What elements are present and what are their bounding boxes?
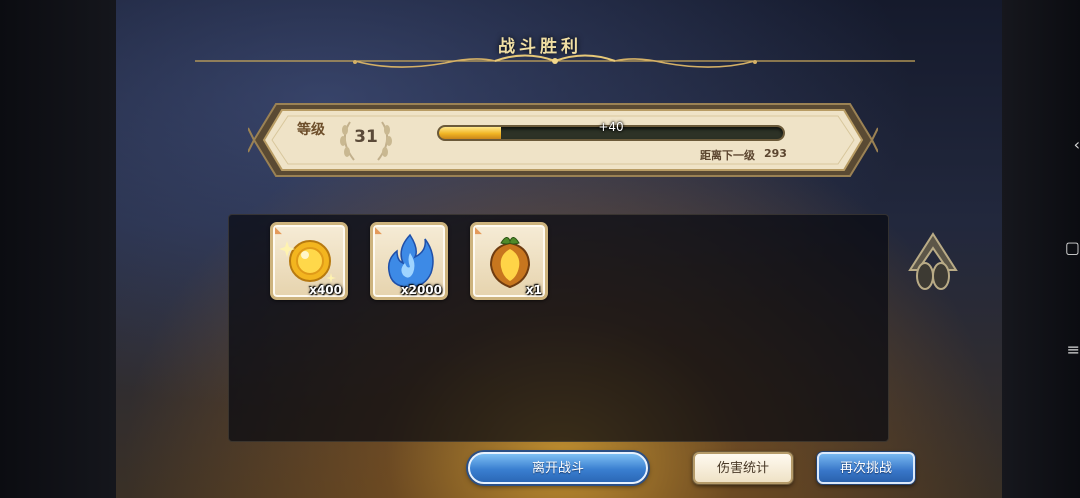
left-letterbox xyxy=(0,0,116,498)
next-level-value: 293 xyxy=(764,147,787,160)
right-letterbox: ‹ ▢ ≡ xyxy=(1002,0,1080,498)
reward-item-golden-fruit[interactable]: ◣ x1 xyxy=(470,222,548,300)
level-label: 等级 xyxy=(297,122,325,138)
edge-menu-icon: ≡ xyxy=(1066,340,1080,359)
edge-chevron-icon: ‹ xyxy=(1073,135,1080,154)
damage-stats-button[interactable]: 伤害统计 xyxy=(693,452,793,484)
edge-square-icon: ▢ xyxy=(1064,238,1080,257)
collapse-arrow-icon[interactable] xyxy=(908,232,958,296)
reward-qty: x400 xyxy=(309,283,342,297)
leave-battle-button[interactable]: 离开战斗 xyxy=(468,452,648,484)
title-ornament-icon xyxy=(195,54,915,68)
golden-fruit-icon xyxy=(489,237,531,289)
level-value: 31 xyxy=(354,127,378,147)
retry-button[interactable]: 再次挑战 xyxy=(817,452,915,484)
blue-flame-icon xyxy=(387,233,434,288)
battle-result-screen: ‹ ▢ ≡ 战斗胜利 等级 31 +40 距离下一级 293 ◣ x400 ◣ … xyxy=(0,0,1080,498)
reward-qty: x1 xyxy=(525,283,542,297)
reward-item-blue-flame[interactable]: ◣ x2000 xyxy=(370,222,448,300)
reward-qty: x2000 xyxy=(400,283,442,297)
xp-gain-text: +40 xyxy=(598,120,624,134)
gold-coin-icon xyxy=(279,240,336,283)
reward-item-gold[interactable]: ◣ x400 xyxy=(270,222,348,300)
next-level-label: 距离下一级 xyxy=(700,149,755,162)
